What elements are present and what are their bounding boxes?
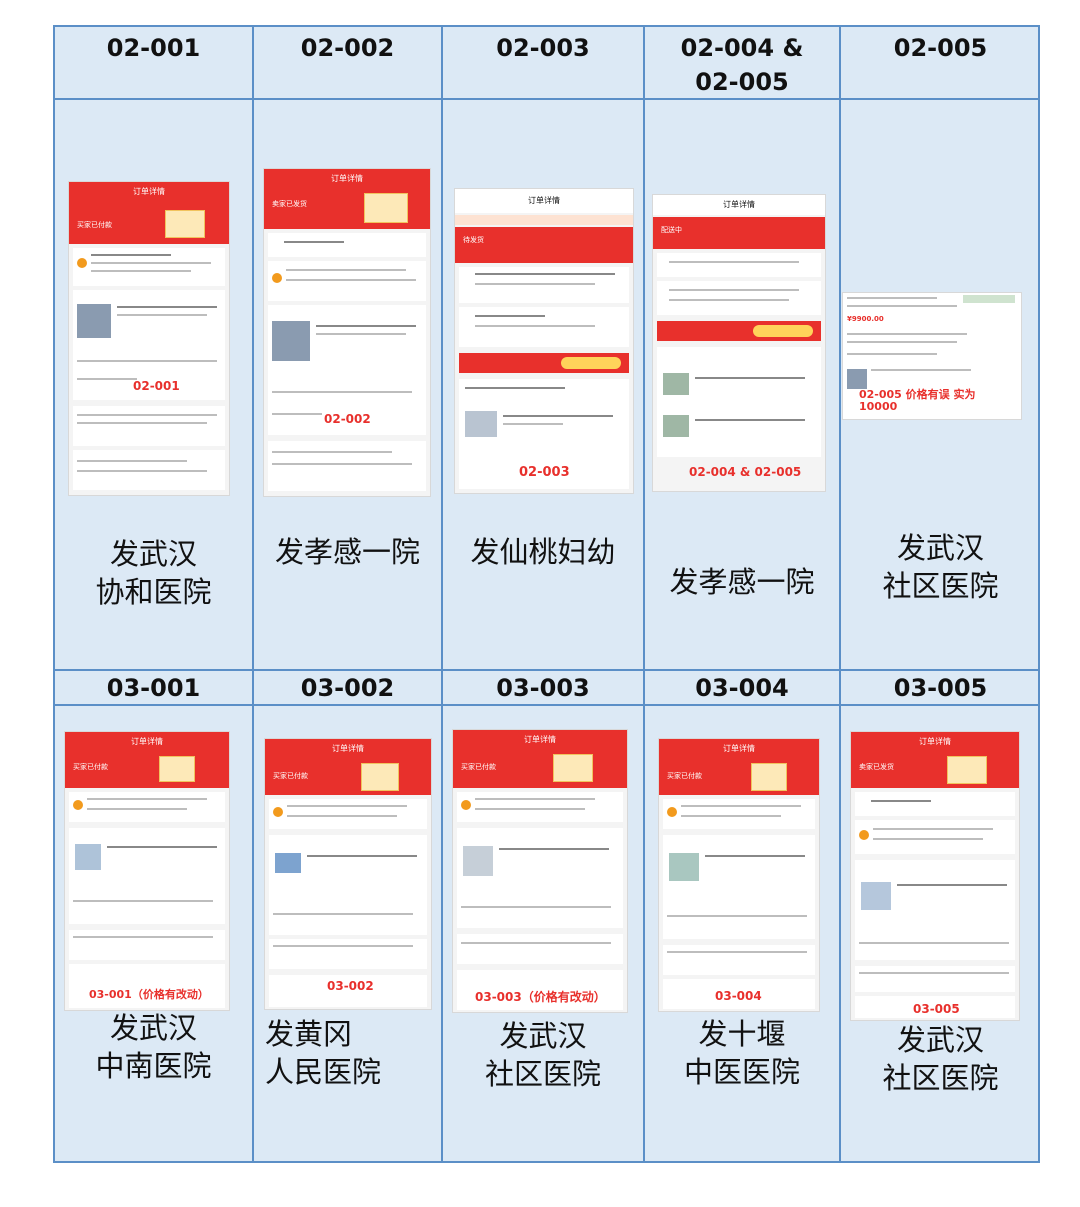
- location-label-02-005: 发武汉 社区医院: [882, 531, 999, 603]
- order-screenshot-02-004-005: 订单详情 配送中 02-004 & 02-005: [653, 195, 825, 491]
- location-label-02-003: 发仙桃妇幼: [470, 535, 616, 569]
- order-screenshot-02-002: 订单详情 卖家已发货 02-002: [264, 169, 430, 496]
- column-divider: [252, 27, 254, 1161]
- order-screenshot-03-004: 订单详情 买家已付款 03-004: [659, 739, 819, 1011]
- order-screenshot-03-001: 订单详情 买家已付款 03-001（价格有改动）: [65, 732, 229, 1010]
- header-02-001: 02-001: [106, 34, 201, 62]
- header-03-005: 03-005: [893, 674, 988, 702]
- header-03-003: 03-003: [496, 674, 590, 702]
- location-label-03-003: 发武汉 社区医院: [484, 1019, 601, 1091]
- order-code-label: 02-004 & 02-005: [689, 465, 802, 479]
- location-label-03-002: 发黄冈 人民医院: [265, 1017, 382, 1089]
- order-code-label: 03-005: [913, 1002, 960, 1016]
- order-code-label: 02-003: [519, 465, 570, 480]
- order-screenshot-03-005: 订单详情 卖家已发货 03-005: [851, 732, 1019, 1020]
- order-screenshot-03-003: 订单详情 买家已付款 03-003（价格有改动）: [453, 730, 627, 1012]
- order-code-label: 03-003（价格有改动）: [475, 990, 606, 1004]
- header-02-002: 02-002: [300, 34, 395, 62]
- header-02-005: 02-005: [893, 34, 988, 62]
- location-label-03-001: 发武汉 中南医院: [95, 1011, 212, 1083]
- header-02-003: 02-003: [496, 34, 590, 62]
- order-screenshot-02-003: 订单详情 待发货 02-003: [455, 189, 633, 493]
- order-code-label: 03-004: [715, 989, 762, 1003]
- column-divider: [441, 27, 443, 1161]
- location-label-02-002: 发孝感一院: [274, 535, 420, 569]
- location-label-02-001: 发武汉 协和医院: [95, 537, 212, 609]
- location-label-02-004-005: 发孝感一院: [669, 565, 815, 599]
- order-screenshot-02-001: 订单详情 买家已付款 02-001: [69, 182, 229, 495]
- order-screenshot-03-002: 订单详情 买家已付款 03-002: [265, 739, 431, 1009]
- order-code-label: 03-002: [327, 979, 374, 993]
- order-code-label: 02-002: [324, 412, 371, 426]
- location-label-03-005: 发武汉 社区医院: [882, 1023, 999, 1095]
- row-divider: [55, 98, 1038, 100]
- order-code-label: 02-005 价格有误 实为 10000: [859, 388, 976, 413]
- image-grid-table: 02-001 02-002 02-003 02-004 & 02-005 02-0…: [53, 25, 1040, 1163]
- order-screenshot-02-005: ¥9900.00 02-005 价格有误 实为 10000: [843, 293, 1021, 419]
- location-label-03-004: 发十堰 中医医院: [683, 1017, 800, 1089]
- header-02-004-005: 02-004 & 02-005: [680, 34, 804, 96]
- header-03-004: 03-004: [695, 674, 789, 702]
- order-code-label: 02-001: [133, 379, 180, 393]
- header-03-001: 03-001: [106, 674, 201, 702]
- order-code-label: 03-001（价格有改动）: [89, 988, 209, 1001]
- header-03-002: 03-002: [300, 674, 395, 702]
